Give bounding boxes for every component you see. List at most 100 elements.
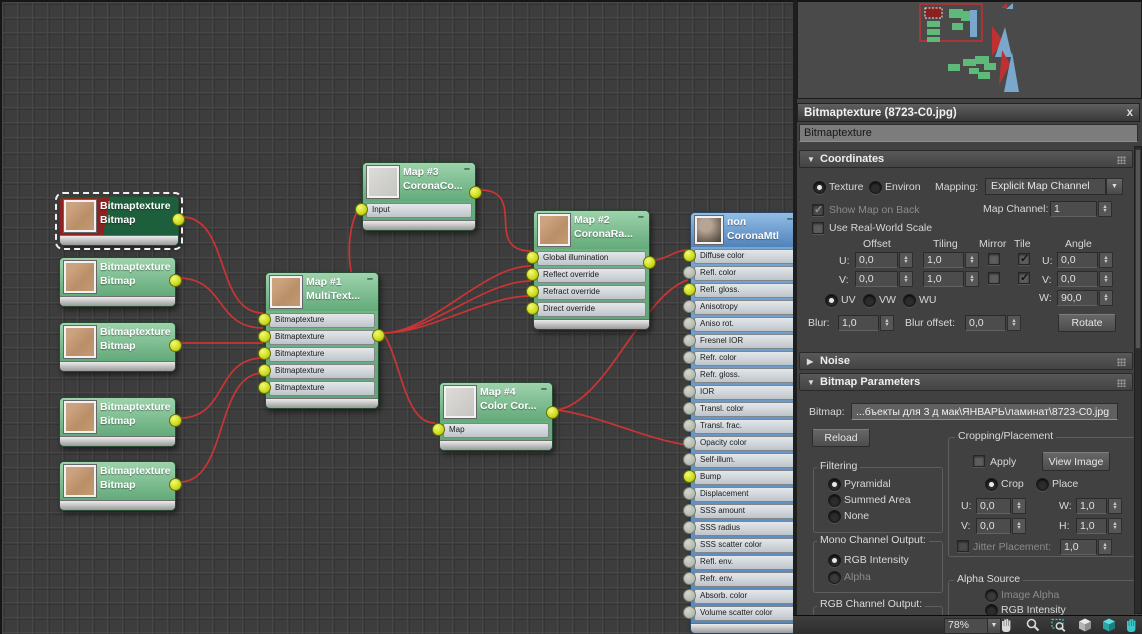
node-header[interactable]: Bitmaptexture Bitmap [60, 462, 175, 500]
input-slot[interactable]: SSS amount [683, 504, 795, 519]
node-preview-thumbnail[interactable] [64, 401, 96, 433]
input-socket[interactable] [526, 285, 539, 298]
node-footer[interactable] [60, 361, 175, 371]
output-socket[interactable] [169, 339, 182, 352]
jitter-placement-checkbox[interactable] [957, 540, 969, 552]
output-socket[interactable] [172, 213, 185, 226]
input-slot[interactable]: IOR [683, 385, 795, 400]
spinner-arrows-icon[interactable]: ▲ ▼ [1099, 271, 1113, 287]
input-socket[interactable] [683, 283, 696, 296]
input-socket[interactable] [683, 436, 696, 449]
output-socket[interactable] [469, 186, 482, 199]
input-socket[interactable] [683, 249, 696, 262]
node-header[interactable]: Bitmaptexture Bitmap [60, 398, 175, 436]
node-footer[interactable] [60, 500, 175, 510]
spinner-down-icon[interactable]: ▼ [1103, 298, 1108, 303]
input-socket[interactable] [683, 572, 696, 585]
rollout-bitmap-parameters[interactable]: ▼ Bitmap Parameters [799, 373, 1133, 391]
input-socket[interactable] [258, 347, 271, 360]
node-footer[interactable] [60, 235, 178, 245]
spinner-down-icon[interactable]: ▼ [1016, 506, 1021, 511]
input-slot[interactable]: Fresnel IOR [683, 334, 795, 349]
node-preview-thumbnail[interactable] [444, 386, 476, 418]
input-slot[interactable]: Absorb. color [683, 589, 795, 604]
node-preview-thumbnail[interactable] [64, 200, 96, 232]
spinner-down-icon[interactable]: ▼ [1103, 279, 1108, 284]
tile-v-checkbox[interactable] [1018, 271, 1030, 284]
node-preview-thumbnail[interactable] [538, 214, 570, 246]
collapse-icon[interactable]: – [638, 212, 644, 223]
bitmap-path-field[interactable]: ...бъекты для 3 д мак\ЯНВАРЬ\ламинат\872… [851, 403, 1118, 420]
input-socket[interactable] [258, 313, 271, 326]
node-header[interactable]: Bitmaptexture Bitmap [60, 323, 175, 361]
input-slot[interactable]: Transl. color [683, 402, 795, 417]
input-socket[interactable] [258, 364, 271, 377]
angle-v-spinner[interactable]: 0,0 ▲ ▼ [1057, 271, 1113, 287]
spinner-value[interactable]: 0,0 [855, 271, 898, 287]
spinner-arrows-icon[interactable]: ▲ ▼ [1099, 252, 1113, 268]
input-socket[interactable] [683, 368, 696, 381]
spinner-arrows-icon[interactable]: ▲ ▼ [1099, 290, 1113, 306]
tiling-u-spinner[interactable]: 1,0 ▲ ▼ [923, 252, 979, 268]
zoom-magnifier-icon[interactable] [1025, 617, 1042, 634]
node-footer[interactable] [440, 440, 552, 450]
spinner-down-icon[interactable]: ▼ [884, 323, 889, 328]
offset-u-spinner[interactable]: 0,0 ▲ ▼ [855, 252, 913, 268]
offset-v-spinner[interactable]: 0,0 ▲ ▼ [855, 271, 913, 287]
texture-radio[interactable] [813, 181, 826, 194]
input-slot[interactable]: Map [432, 423, 549, 438]
node-name-input[interactable]: Bitmaptexture [799, 124, 1138, 142]
vw-radio[interactable] [863, 294, 876, 307]
angle-u-spinner[interactable]: 0,0 ▲ ▼ [1057, 252, 1113, 268]
input-socket[interactable] [683, 351, 696, 364]
input-slot[interactable]: Global illumination [526, 251, 646, 266]
node-footer[interactable] [363, 220, 475, 230]
spinner-value[interactable]: 1,0 [838, 315, 879, 331]
input-socket[interactable] [526, 302, 539, 315]
spinner-value[interactable]: 0,0 [1057, 252, 1098, 268]
output-socket[interactable] [169, 414, 182, 427]
spinner-down-icon[interactable]: ▼ [1102, 209, 1107, 214]
view-image-button[interactable]: View Image [1042, 452, 1110, 471]
spinner-arrows-icon[interactable]: ▲ ▼ [1108, 498, 1122, 514]
input-slot[interactable]: Bitmaptexture [258, 313, 375, 328]
spinner-down-icon[interactable]: ▼ [903, 279, 908, 284]
node-footer[interactable] [534, 319, 649, 329]
node-map1-multitexture[interactable]: Map #1 MultiText... – Bitmaptexture Bitm… [258, 272, 385, 409]
wu-radio[interactable] [903, 294, 916, 307]
reload-button[interactable]: Reload [812, 429, 870, 447]
filtering-none-radio[interactable] [828, 510, 841, 523]
spinner-arrows-icon[interactable]: ▲ ▼ [965, 271, 979, 287]
output-socket[interactable] [169, 478, 182, 491]
input-socket[interactable] [683, 385, 696, 398]
apply-checkbox[interactable] [973, 455, 985, 467]
collapse-icon[interactable]: – [464, 164, 470, 175]
spinner-down-icon[interactable]: ▼ [903, 260, 908, 265]
collapse-icon[interactable]: – [367, 274, 373, 285]
output-socket[interactable] [372, 329, 385, 342]
output-socket[interactable] [643, 256, 656, 269]
mirror-v-checkbox[interactable] [988, 272, 1000, 284]
mirror-u-checkbox[interactable] [988, 253, 1000, 265]
input-socket[interactable] [683, 266, 696, 279]
zoom-level-field[interactable]: 78% [944, 618, 988, 634]
node-preview-thumbnail[interactable] [367, 166, 399, 198]
spinner-down-icon[interactable]: ▼ [1016, 526, 1021, 531]
input-socket[interactable] [683, 589, 696, 602]
crop-h-spinner[interactable]: 1,0 ▲ ▼ [1076, 518, 1122, 534]
spinner-down-icon[interactable]: ▼ [969, 260, 974, 265]
collapse-icon[interactable]: – [541, 384, 547, 395]
input-socket[interactable] [683, 453, 696, 466]
spinner-arrows-icon[interactable]: ▲ ▼ [899, 271, 913, 287]
input-slot[interactable]: Anisotropy [683, 300, 795, 315]
input-socket[interactable] [355, 203, 368, 216]
mono-alpha-radio[interactable] [828, 571, 841, 584]
spinner-value[interactable]: 1,0 [1076, 518, 1107, 534]
input-slot[interactable]: Bitmaptexture [258, 347, 375, 362]
alpha-image-alpha-radio[interactable] [985, 589, 998, 602]
node-footer[interactable] [60, 436, 175, 446]
node-map4-colorcorrect[interactable]: Map #4 Color Cor... – Map [432, 382, 559, 451]
navigator-minimap[interactable] [797, 0, 1142, 99]
node-footer[interactable] [266, 398, 378, 408]
uv-radio[interactable] [825, 294, 838, 307]
